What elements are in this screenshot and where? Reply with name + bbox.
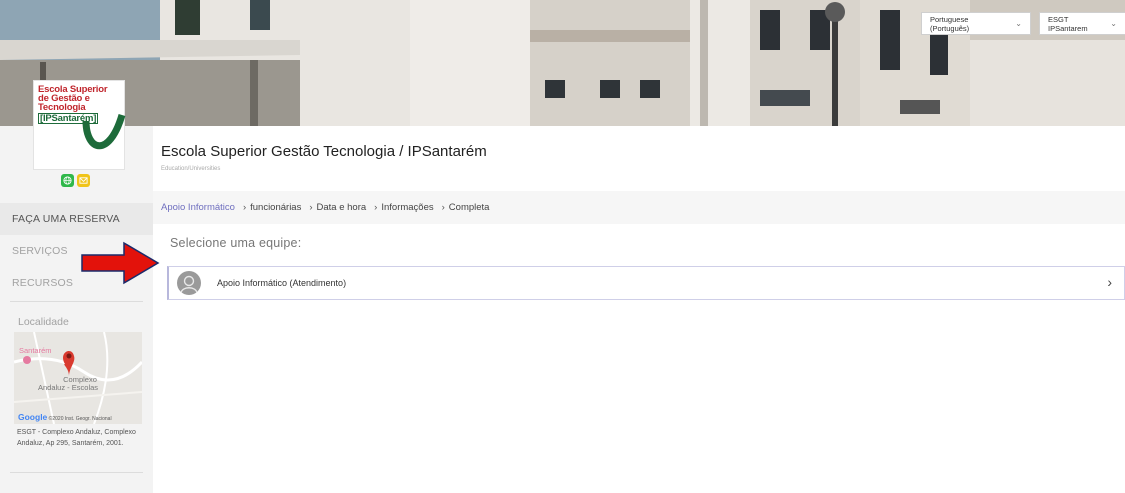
map-place-line: Andaluz - Escolas [38, 383, 99, 392]
chevron-right-icon: › [374, 202, 378, 213]
location-title: Localidade [18, 316, 69, 328]
breadcrumb-step-staff[interactable]: › funcionárias [235, 202, 301, 213]
breadcrumb-label: Informações [381, 202, 434, 213]
chevron-down-icon: ⌄ [1015, 19, 1022, 28]
breadcrumb-label: Data e hora [316, 202, 367, 213]
avatar [177, 271, 201, 295]
map-place-label: Complexo Andaluz - Escolas [38, 376, 98, 392]
chevron-down-icon: ⌄ [1110, 19, 1117, 28]
chevron-right-icon: › [1107, 274, 1112, 290]
divider [10, 301, 143, 302]
breadcrumb-step-complete[interactable]: › Completa [434, 202, 490, 213]
location-map[interactable]: Santarém Complexo Andaluz - Escolas Goog… [14, 332, 142, 424]
company-logo: Escola Superior de Gestão e Tecnologia [… [33, 80, 126, 170]
sidebar-item-booking[interactable]: FAÇA UMA RESERVA [0, 203, 153, 235]
divider [10, 472, 143, 473]
account-select-value: ESGT IPSantarem [1048, 14, 1088, 33]
page-title: Escola Superior Gestão Tecnologia / IPSa… [161, 143, 487, 160]
user-icon [180, 275, 198, 294]
language-select[interactable]: Portuguese (Português) ⌄ [921, 12, 1031, 35]
breadcrumb-step-team[interactable]: Apoio Informático [161, 202, 235, 213]
annotation-arrow [81, 241, 160, 285]
logo-text: Escola Superior de Gestão e Tecnologia [… [38, 85, 108, 124]
language-select-value: Portuguese (Português) [930, 14, 970, 33]
chevron-right-icon: › [441, 202, 445, 213]
globe-icon[interactable] [61, 174, 74, 187]
select-team-heading: Selecione uma equipe: [170, 236, 302, 250]
breadcrumb-step-datetime[interactable]: › Data e hora [301, 202, 366, 213]
breadcrumb-label: Completa [448, 202, 490, 213]
contact-icons [61, 174, 90, 187]
account-select[interactable]: ESGT IPSantarem ⌄ [1039, 12, 1125, 35]
location-address: ESGT - Complexo Andaluz, Complexo Andalu… [17, 429, 136, 447]
company-category: Education/Universities [161, 166, 221, 172]
breadcrumb: Apoio Informático › funcionárias › Data … [153, 191, 1125, 224]
logo-line: Tecnologia [38, 102, 86, 113]
chevron-right-icon: › [242, 202, 247, 213]
logo-line: [IPSantarém] [38, 113, 99, 124]
breadcrumb-label: Apoio Informático [161, 202, 235, 213]
chevron-right-icon: › [309, 202, 313, 213]
team-option-label: Apoio Informático (Atendimento) [217, 278, 347, 288]
map-credit: Google ©2020 Inst. Geogr. Nacional [18, 412, 112, 422]
google-logo: Google [18, 412, 48, 422]
map-credit-text: ©2020 Inst. Geogr. Nacional [48, 416, 112, 422]
email-icon[interactable] [77, 174, 90, 187]
header-banner: Portuguese (Português) ⌄ ESGT IPSantarem… [0, 0, 1125, 126]
team-option[interactable]: Apoio Informático (Atendimento) › [167, 266, 1125, 300]
map-city-label: Santarém [19, 346, 52, 355]
breadcrumb-label: funcionárias [250, 202, 302, 213]
breadcrumb-step-info[interactable]: › Informações [366, 202, 433, 213]
